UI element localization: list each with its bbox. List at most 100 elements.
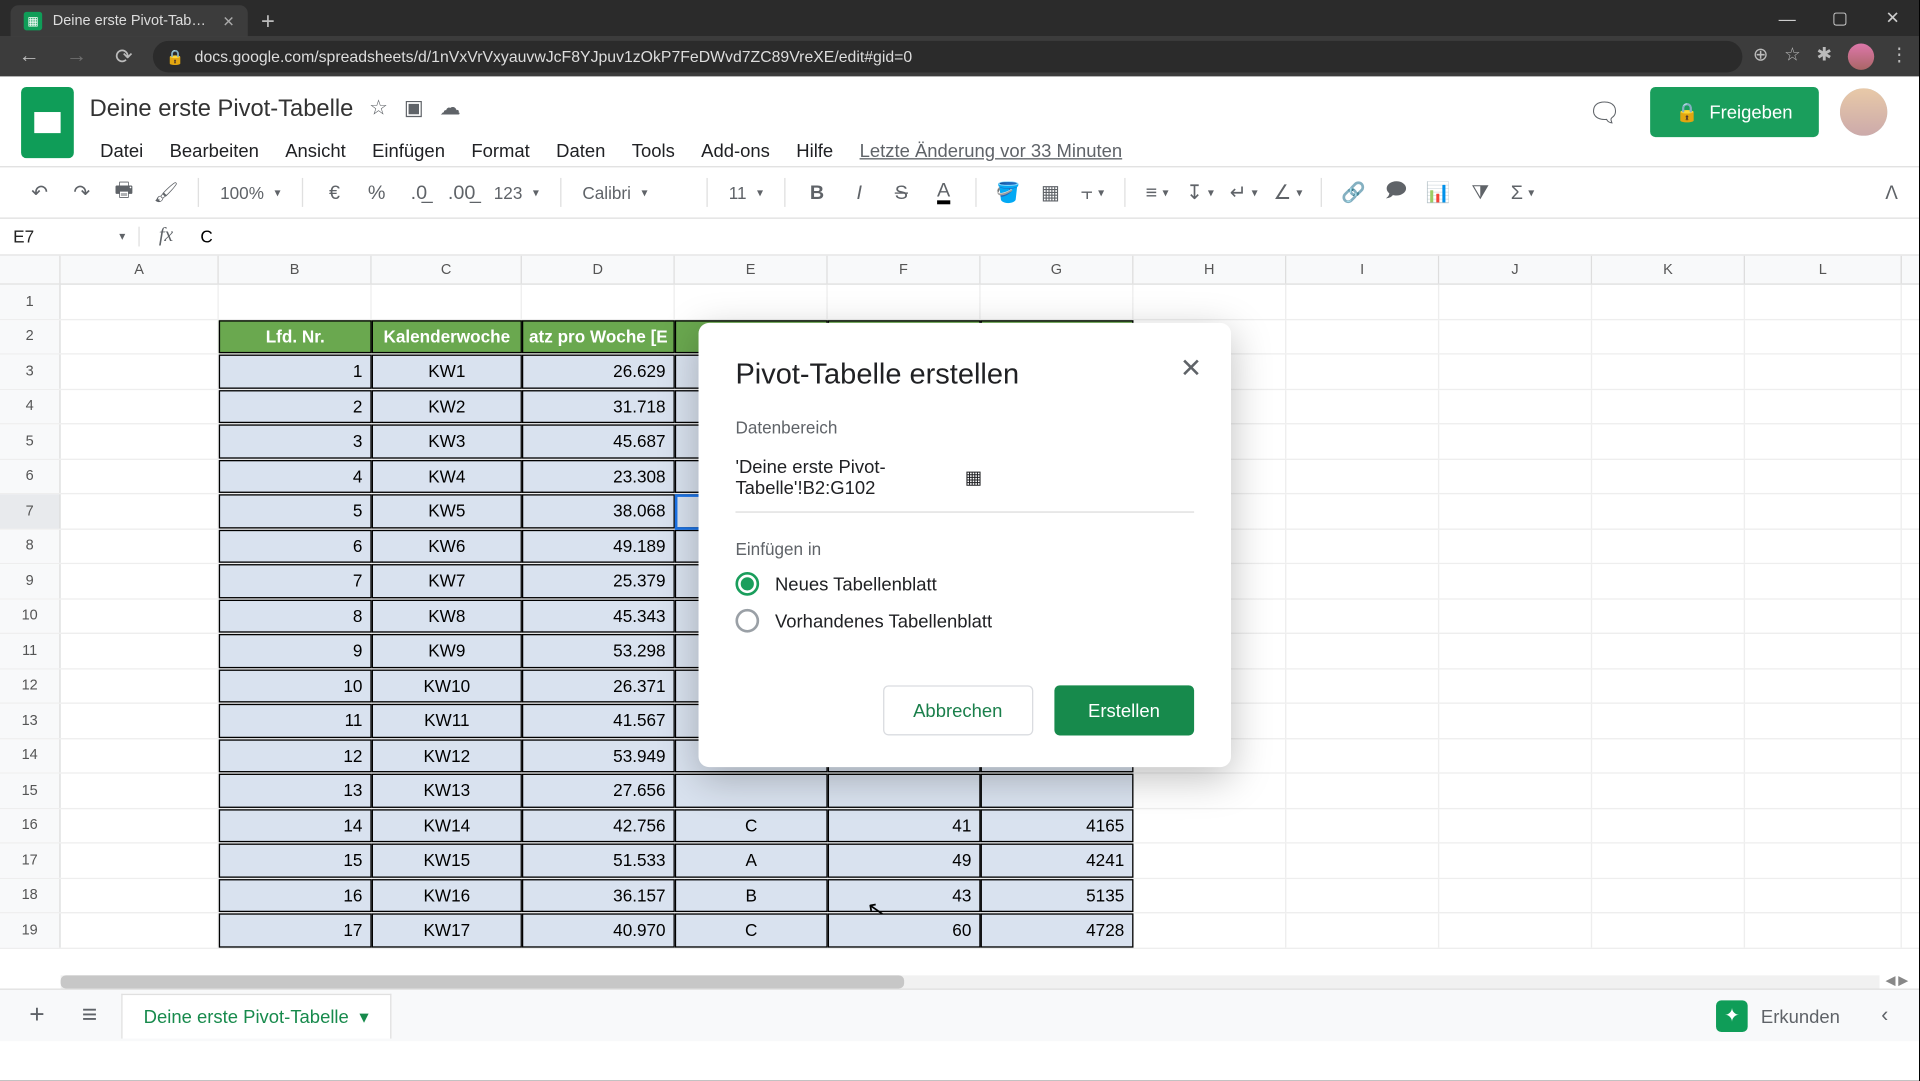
menu-help[interactable]: Hilfe — [786, 134, 844, 166]
cell[interactable]: 3 — [219, 424, 372, 458]
cell[interactable] — [1439, 774, 1592, 808]
column-header[interactable]: K — [1592, 256, 1745, 284]
cell[interactable] — [61, 809, 219, 843]
range-input[interactable]: 'Deine erste Pivot-Tabelle'!B2:G102 ▦ — [735, 448, 1194, 513]
row-header[interactable]: 11 — [0, 634, 61, 668]
last-edit-link[interactable]: Letzte Änderung vor 33 Minuten — [849, 134, 1133, 166]
cell[interactable] — [1286, 599, 1439, 633]
cell[interactable] — [61, 774, 219, 808]
url-input[interactable]: 🔒 docs.google.com/spreadsheets/d/1nVxVrV… — [153, 41, 1742, 73]
cell[interactable] — [61, 389, 219, 423]
cell[interactable] — [1439, 669, 1592, 703]
cell[interactable] — [981, 285, 1134, 319]
chart-icon[interactable]: 📊 — [1420, 174, 1457, 211]
cell[interactable]: 42.756 — [522, 809, 675, 843]
cell[interactable] — [1745, 913, 1902, 947]
move-icon[interactable]: ▣ — [404, 95, 424, 121]
collapse-toolbar-icon[interactable]: ᐱ — [1885, 181, 1898, 203]
cell[interactable]: 23.308 — [522, 459, 675, 493]
cell[interactable] — [1439, 704, 1592, 738]
menu-addons[interactable]: Add-ons — [691, 134, 781, 166]
all-sheets-icon[interactable]: ≡ — [69, 994, 111, 1036]
cell[interactable] — [1745, 599, 1902, 633]
cell[interactable]: atz pro Woche [E — [522, 320, 675, 354]
cell[interactable]: 41 — [828, 809, 981, 843]
v-align-icon[interactable]: ↧ — [1181, 174, 1219, 211]
cell[interactable] — [1286, 424, 1439, 458]
undo-icon[interactable]: ↶ — [21, 174, 58, 211]
cell[interactable] — [1592, 739, 1745, 773]
cell[interactable] — [1286, 809, 1439, 843]
column-header[interactable]: A — [61, 256, 219, 284]
cell[interactable] — [61, 494, 219, 528]
cell[interactable]: 36.157 — [522, 878, 675, 912]
currency-icon[interactable]: € — [316, 174, 353, 211]
cell[interactable]: 40.970 — [522, 913, 675, 947]
cell[interactable] — [61, 739, 219, 773]
cell[interactable] — [1286, 529, 1439, 563]
cell[interactable]: 38.068 — [522, 494, 675, 528]
cell[interactable] — [1592, 844, 1745, 878]
cell[interactable] — [1286, 320, 1439, 354]
cell[interactable] — [1133, 913, 1286, 947]
menu-edit[interactable]: Bearbeiten — [159, 134, 269, 166]
cell[interactable] — [1592, 529, 1745, 563]
cell[interactable] — [1286, 285, 1439, 319]
menu-view[interactable]: Ansicht — [275, 134, 357, 166]
cell[interactable]: A — [675, 844, 828, 878]
text-color-icon[interactable]: A — [925, 174, 962, 211]
row-header[interactable]: 15 — [0, 774, 61, 808]
cell[interactable] — [61, 285, 219, 319]
cell[interactable]: 25.379 — [522, 564, 675, 598]
row-header[interactable]: 1 — [0, 285, 61, 319]
cell[interactable] — [1286, 634, 1439, 668]
cell[interactable] — [981, 774, 1134, 808]
comments-icon[interactable]: 🗨 — [1581, 88, 1628, 135]
cell[interactable]: KW10 — [372, 669, 522, 703]
cell[interactable] — [1745, 564, 1902, 598]
cell[interactable]: 26.629 — [522, 355, 675, 389]
cell[interactable]: KW12 — [372, 739, 522, 773]
paint-format-icon[interactable]: 🖌 — [148, 174, 185, 211]
cell[interactable] — [1592, 494, 1745, 528]
cell[interactable] — [1439, 320, 1592, 354]
cancel-button[interactable]: Abbrechen — [883, 685, 1033, 735]
cell[interactable]: 5 — [219, 494, 372, 528]
cell[interactable] — [1439, 844, 1592, 878]
cell[interactable] — [1592, 320, 1745, 354]
cell[interactable] — [1745, 878, 1902, 912]
cell[interactable]: 7 — [219, 564, 372, 598]
column-header[interactable]: G — [981, 256, 1134, 284]
scroll-right-icon[interactable]: ▶ — [1898, 974, 1908, 988]
row-header[interactable]: 13 — [0, 704, 61, 738]
close-window-icon[interactable]: ✕ — [1866, 0, 1919, 37]
cell[interactable]: C — [675, 809, 828, 843]
sheet-menu-icon[interactable]: ▾ — [359, 1005, 368, 1027]
cell[interactable] — [1133, 774, 1286, 808]
cell[interactable] — [675, 774, 828, 808]
cell[interactable] — [1439, 285, 1592, 319]
minimize-icon[interactable]: — — [1761, 0, 1814, 37]
row-header[interactable]: 3 — [0, 355, 61, 389]
cell[interactable]: KW16 — [372, 878, 522, 912]
percent-icon[interactable]: % — [358, 174, 395, 211]
explore-button[interactable]: ✦ Erkunden — [1700, 1000, 1855, 1032]
cell[interactable]: 9 — [219, 634, 372, 668]
cell[interactable] — [61, 355, 219, 389]
cell[interactable] — [1439, 913, 1592, 947]
cell[interactable] — [372, 285, 522, 319]
menu-tools[interactable]: Tools — [621, 134, 685, 166]
cell[interactable] — [1439, 564, 1592, 598]
cell[interactable] — [1745, 285, 1902, 319]
cell[interactable]: 4 — [219, 459, 372, 493]
select-range-icon[interactable]: ▦ — [965, 466, 1194, 488]
cell[interactable] — [1286, 913, 1439, 947]
row-header[interactable]: 14 — [0, 739, 61, 773]
cell[interactable] — [1745, 669, 1902, 703]
cell[interactable] — [61, 599, 219, 633]
cell[interactable]: KW9 — [372, 634, 522, 668]
cell[interactable] — [1592, 389, 1745, 423]
forward-icon[interactable]: → — [58, 45, 95, 69]
cell[interactable] — [1592, 355, 1745, 389]
menu-data[interactable]: Daten — [546, 134, 616, 166]
